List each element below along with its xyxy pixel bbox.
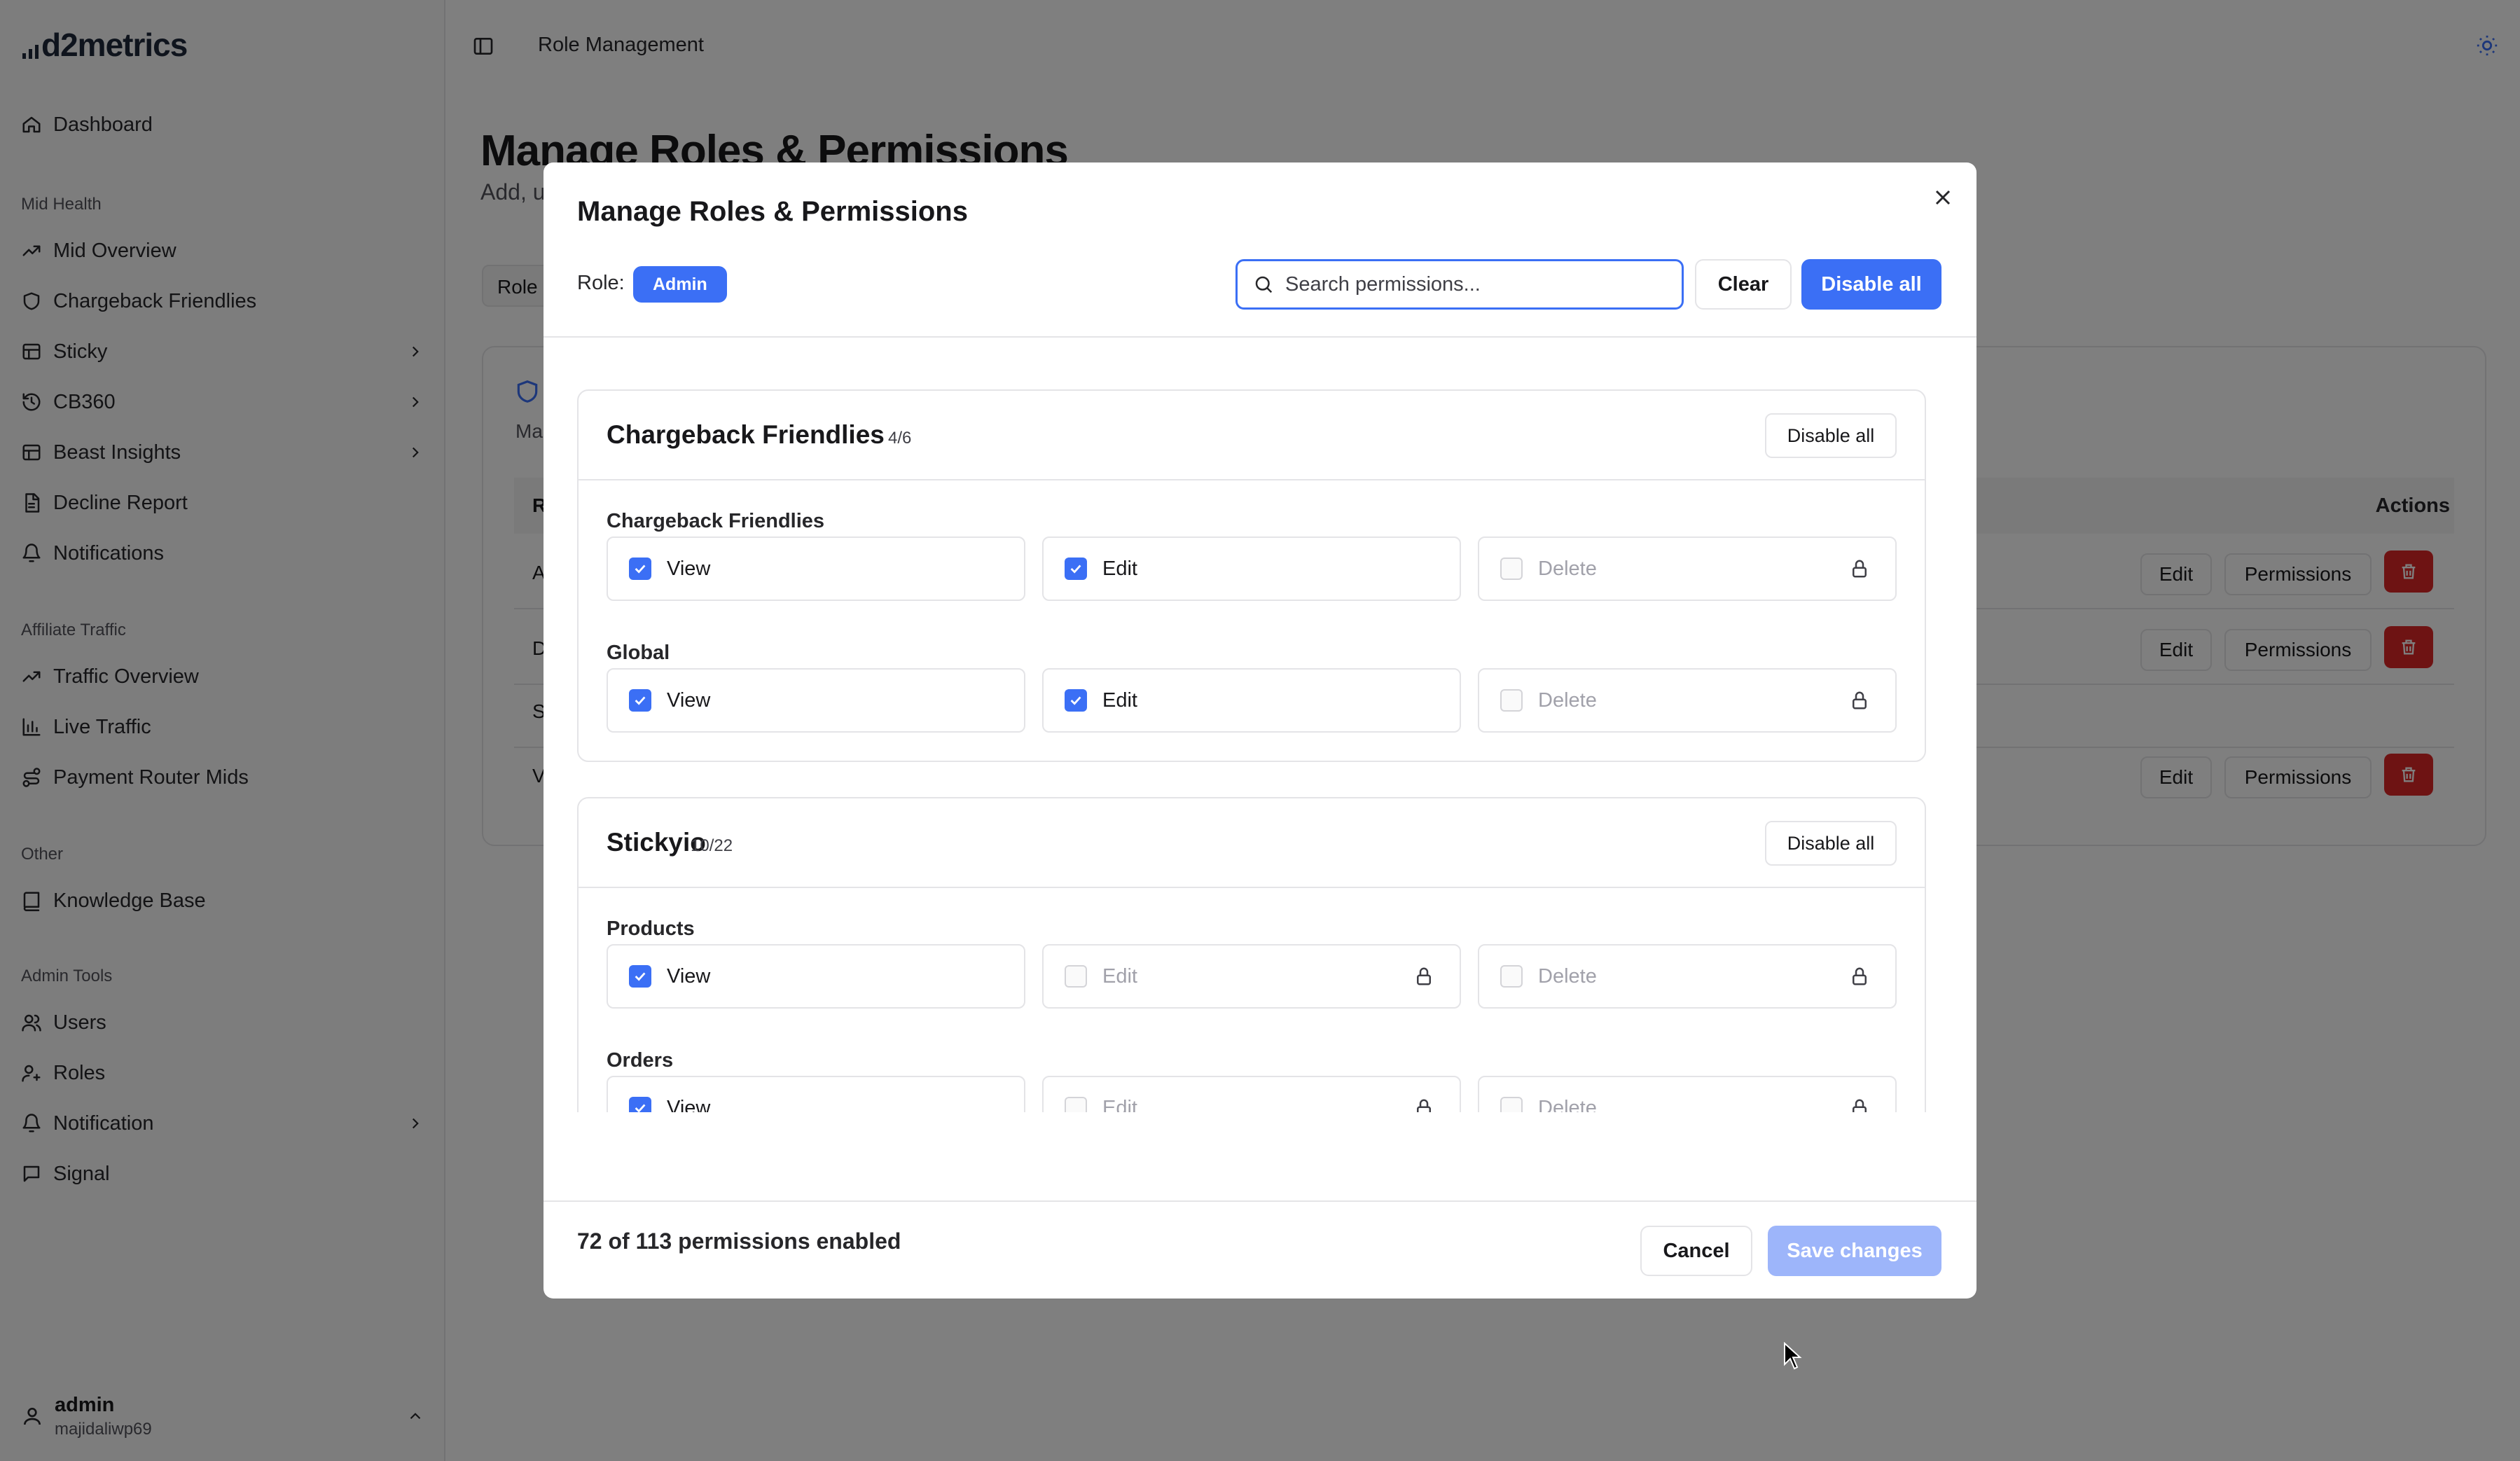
check-icon: [1070, 696, 1081, 705]
permission-edit-toggle[interactable]: Edit: [1042, 536, 1461, 601]
disable-all-button[interactable]: Disable all: [1801, 259, 1941, 310]
group-header: Stickyio 10/22 Disable all: [579, 798, 1925, 888]
resource-label: Orders: [607, 1049, 674, 1072]
permission-edit-toggle[interactable]: Edit: [1042, 668, 1461, 733]
permissions-summary: 72 of 113 permissions enabled: [577, 1228, 901, 1254]
permission-label: Edit: [1102, 688, 1137, 712]
footer-divider: [544, 1200, 1976, 1202]
permission-label: View: [667, 1096, 711, 1113]
permission-view-toggle[interactable]: View: [607, 668, 1025, 733]
lock-icon: [1853, 691, 1867, 709]
permission-label: Edit: [1102, 557, 1137, 580]
permission-view-toggle[interactable]: View: [607, 536, 1025, 601]
check-icon: [1070, 565, 1081, 574]
permission-label: Delete: [1538, 964, 1597, 988]
permissions-list[interactable]: Chargeback Friendlies 4/6 Disable all Charg…: [577, 389, 1926, 1112]
role-label: Role:: [577, 272, 625, 294]
check-icon: [635, 972, 646, 981]
group-count: 4/6: [888, 429, 912, 448]
permission-label: View: [667, 964, 711, 988]
checkbox: [1500, 689, 1523, 712]
checkbox: [1065, 965, 1087, 988]
group-disable-all-button[interactable]: Disable all: [1765, 821, 1897, 866]
permission-group-chargeback-friendlies: Chargeback Friendlies 4/6 Disable all Charg…: [577, 389, 1926, 762]
role-badge: Admin: [633, 266, 727, 303]
header-divider: [544, 336, 1976, 338]
permission-search[interactable]: [1235, 259, 1684, 310]
save-changes-button[interactable]: Save changes: [1768, 1226, 1941, 1276]
permission-delete-toggle: Delete: [1478, 944, 1897, 1009]
lock-icon: [1853, 967, 1867, 985]
permission-label: Delete: [1538, 1096, 1597, 1113]
permission-edit-toggle: Edit: [1042, 1076, 1461, 1112]
checkbox[interactable]: [1065, 558, 1087, 580]
clear-button[interactable]: Clear: [1695, 259, 1792, 310]
mouse-cursor-icon: [1784, 1342, 1802, 1370]
search-input[interactable]: [1285, 272, 1663, 296]
permission-delete-toggle: Delete: [1478, 536, 1897, 601]
resource-label: Chargeback Friendlies: [607, 510, 825, 532]
checkbox[interactable]: [629, 558, 651, 580]
group-title: Chargeback Friendlies: [607, 420, 885, 449]
check-icon: [635, 1104, 646, 1112]
checkbox[interactable]: [629, 1097, 651, 1112]
check-icon: [635, 696, 646, 705]
permission-view-toggle[interactable]: View: [607, 944, 1025, 1009]
lock-icon: [1417, 1099, 1431, 1112]
checkbox[interactable]: [1065, 689, 1087, 712]
permission-group-stickyio: Stickyio 10/22 Disable all Products View Edit…: [577, 797, 1926, 1112]
cancel-button[interactable]: Cancel: [1640, 1226, 1752, 1276]
checkbox[interactable]: [629, 689, 651, 712]
close-icon[interactable]: [1930, 185, 1955, 210]
resource-label: Products: [607, 918, 695, 940]
permission-delete-toggle: Delete: [1478, 668, 1897, 733]
lock-icon: [1417, 967, 1431, 985]
checkbox: [1500, 965, 1523, 988]
permission-label: View: [667, 557, 711, 580]
permission-label: Delete: [1538, 688, 1597, 712]
checkbox: [1500, 1097, 1523, 1112]
lock-icon: [1853, 1099, 1867, 1112]
checkbox: [1500, 558, 1523, 580]
lock-icon: [1853, 560, 1867, 578]
permissions-modal: Manage Roles & Permissions Role: Admin C…: [544, 162, 1976, 1299]
modal-title: Manage Roles & Permissions: [577, 196, 968, 227]
permission-label: Delete: [1538, 557, 1597, 580]
search-icon: [1255, 276, 1273, 293]
permission-edit-toggle: Edit: [1042, 944, 1461, 1009]
group-count: 10/22: [691, 836, 733, 855]
group-disable-all-button[interactable]: Disable all: [1765, 413, 1897, 458]
permission-label: Edit: [1102, 964, 1137, 988]
permission-label: Edit: [1102, 1096, 1137, 1113]
checkbox[interactable]: [629, 965, 651, 988]
checkbox: [1065, 1097, 1087, 1112]
permission-view-toggle[interactable]: View: [607, 1076, 1025, 1112]
check-icon: [635, 565, 646, 574]
permission-delete-toggle: Delete: [1478, 1076, 1897, 1112]
resource-label: Global: [607, 642, 670, 664]
group-header: Chargeback Friendlies 4/6 Disable all: [579, 391, 1925, 480]
permission-label: View: [667, 688, 711, 712]
